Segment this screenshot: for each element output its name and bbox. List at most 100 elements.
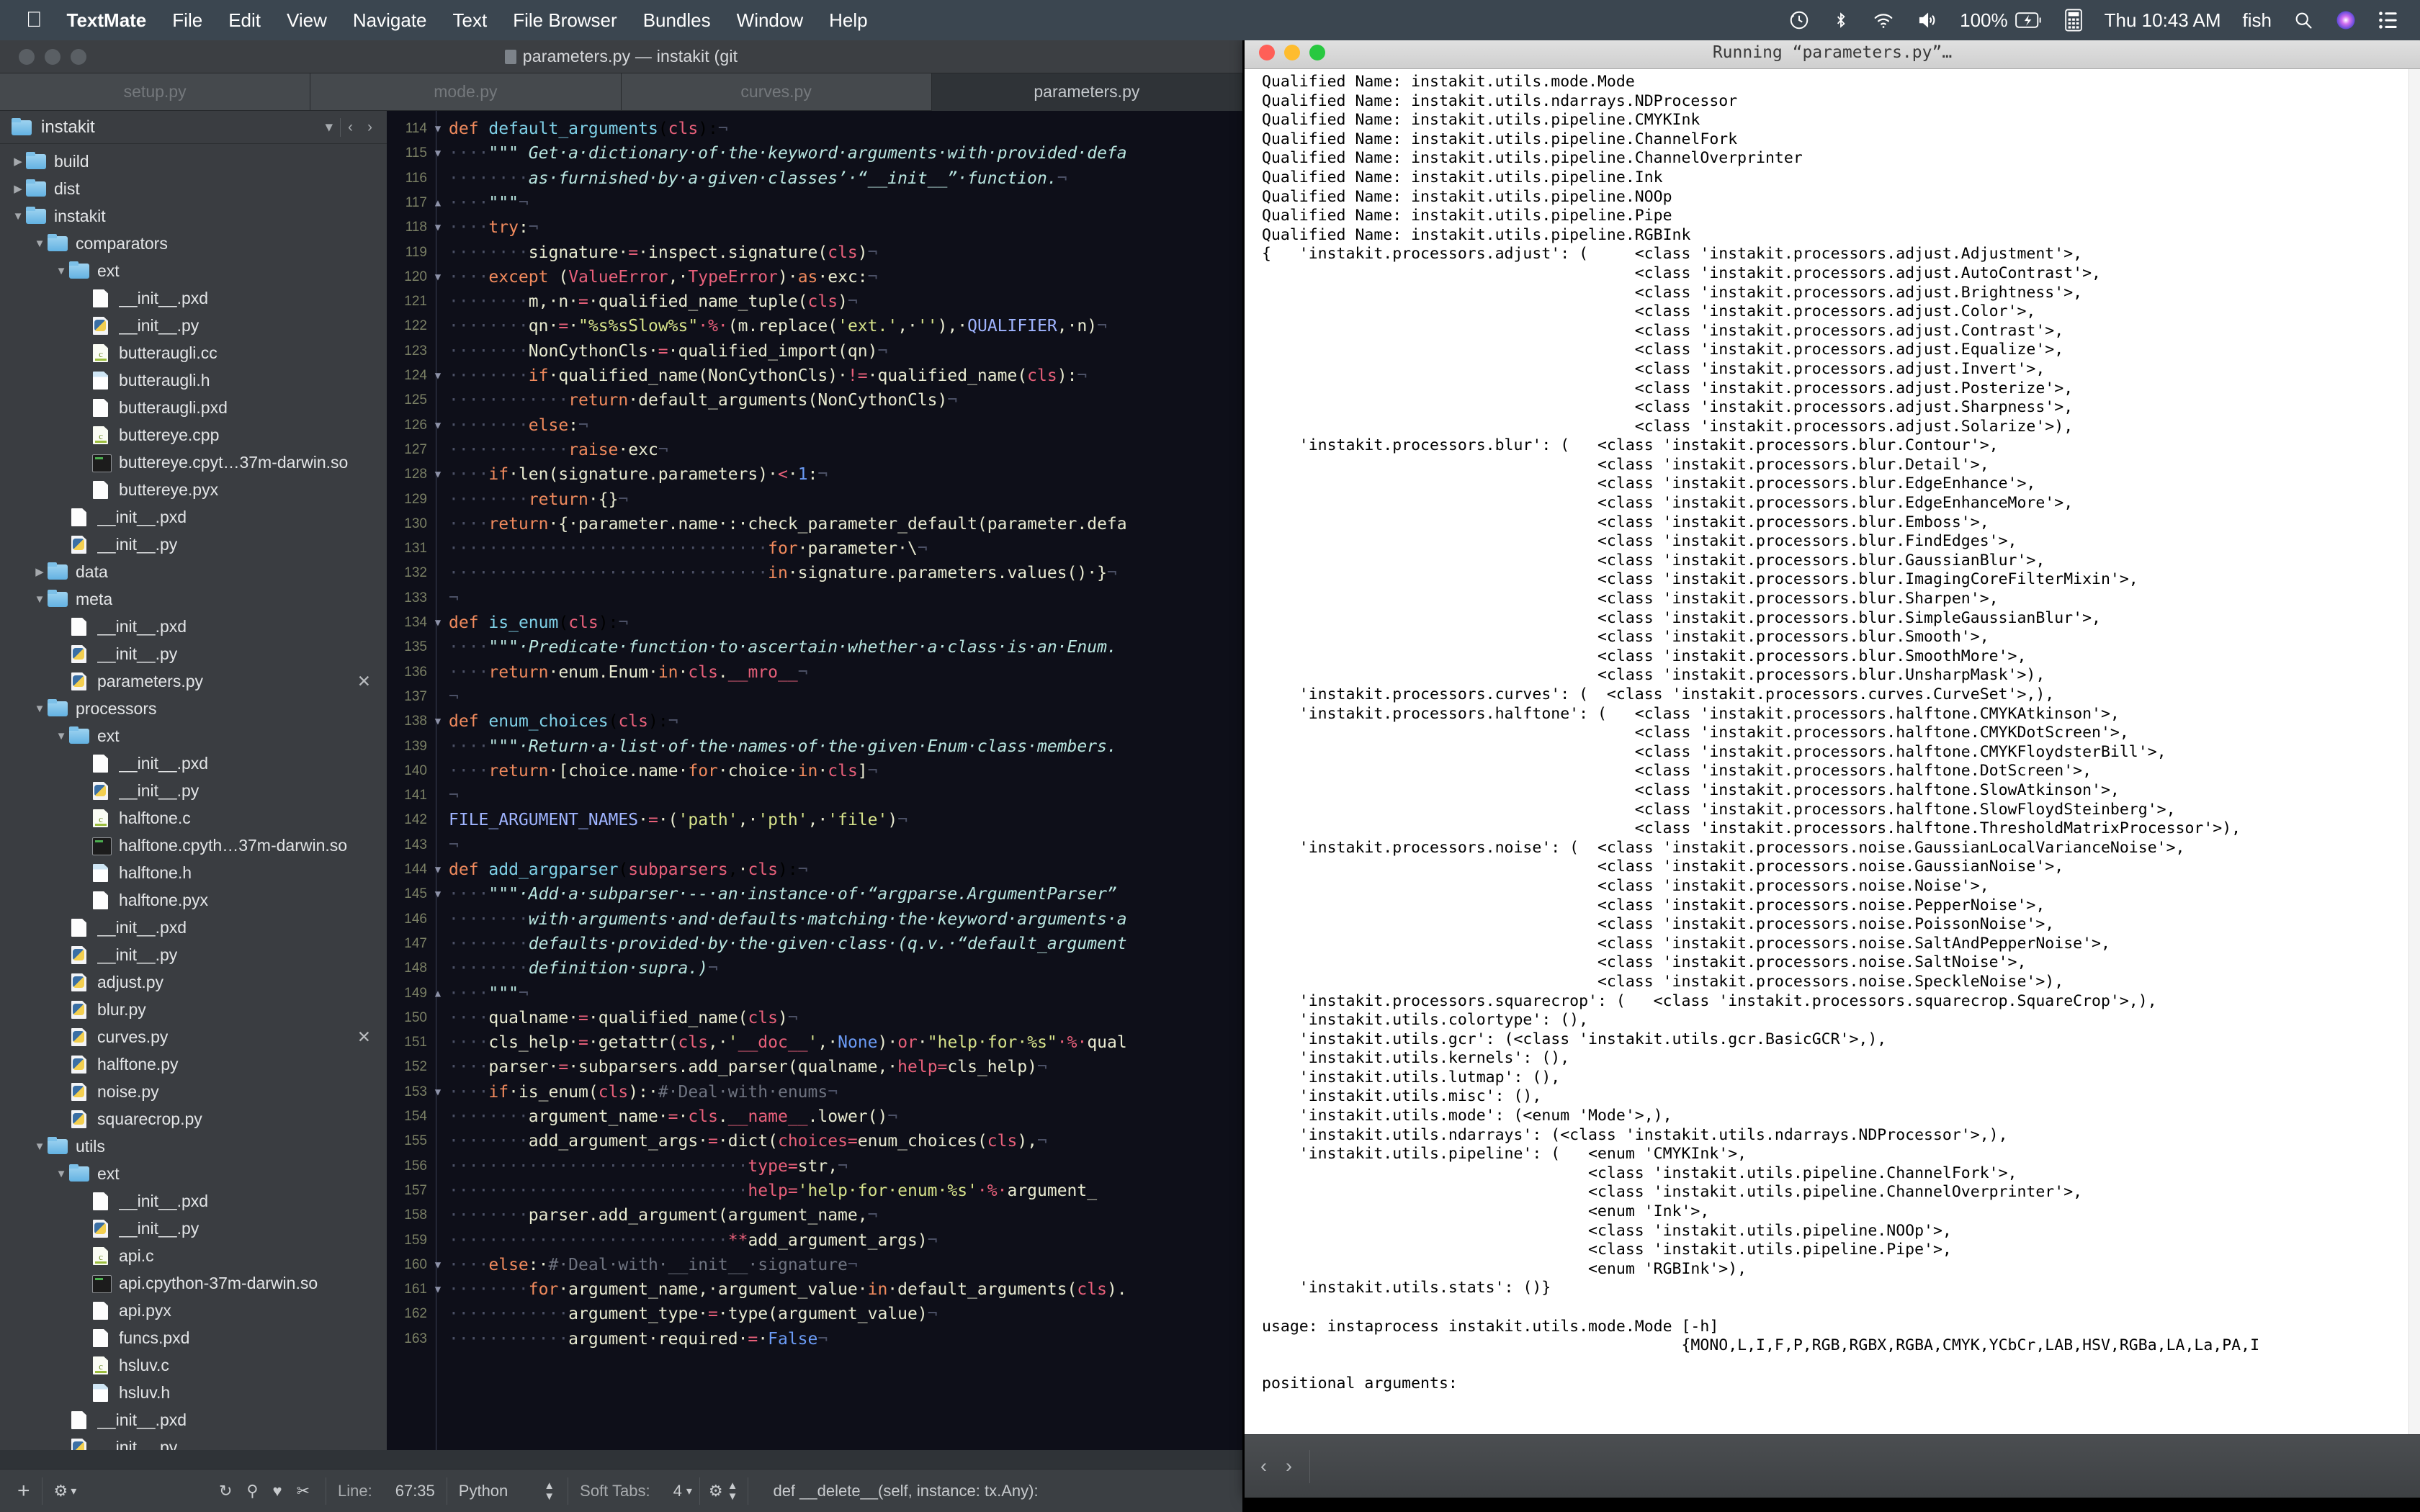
file-tree-row[interactable]: halftone.cpyth…37m-darwin.so — [0, 832, 387, 859]
search-icon[interactable]: ⚲ — [239, 1482, 265, 1500]
line-value[interactable]: 67:35 — [384, 1482, 447, 1500]
output-nav-controls[interactable]: ‹ › — [1260, 1455, 1292, 1477]
code-line[interactable]: 121 ········m,·n·=·qualified_name_tuple(c… — [387, 289, 1242, 314]
disclosure-expanded-icon[interactable]: ▼ — [32, 703, 48, 714]
code-line[interactable]: 146 ········with·arguments·and·defaults·m… — [387, 907, 1242, 932]
file-tree-row[interactable]: squarecrop.py — [0, 1105, 387, 1133]
file-tree-row[interactable]: buttereye.cpyt…37m-darwin.so — [0, 449, 387, 476]
file-tree-row[interactable]: __init__.py — [0, 1434, 387, 1450]
menubar-clock[interactable]: Thu 10:43 AM — [2105, 9, 2221, 32]
file-tree-row[interactable]: ▼ ext — [0, 722, 387, 750]
code-line[interactable]: 161 ▼ ········for·argument_name,·argument_… — [387, 1277, 1242, 1302]
disclosure-expanded-icon[interactable]: ▼ — [53, 731, 69, 742]
code-line[interactable]: 154 ········argument_name·=·cls.__name__.… — [387, 1104, 1242, 1129]
file-tree-row[interactable]: halftone.pyx — [0, 886, 387, 914]
menu-item-file-browser[interactable]: File Browser — [513, 9, 617, 32]
bluetooth-icon[interactable] — [1832, 9, 1850, 31]
search-icon[interactable] — [2293, 10, 2313, 30]
menu-item-view[interactable]: View — [287, 9, 327, 32]
menubar-username[interactable]: fish — [2243, 9, 2272, 32]
file-tree-row[interactable]: api.c — [0, 1242, 387, 1269]
file-tree-row[interactable]: ▼ ext — [0, 257, 387, 284]
code-line[interactable]: 129 ········return·{}¬ — [387, 487, 1242, 512]
chevron-right-icon[interactable]: › — [1286, 1455, 1292, 1477]
disclosure-collapsed-icon[interactable]: ▶ — [10, 156, 26, 167]
fold-marker-icon[interactable]: ▼ — [431, 462, 444, 487]
tab-curves-py[interactable]: curves.py — [621, 73, 932, 111]
file-tree-row[interactable]: buttereye.cpp — [0, 421, 387, 449]
menu-item-bundles[interactable]: Bundles — [643, 9, 711, 32]
fold-marker-icon[interactable]: ▼ — [431, 1253, 444, 1277]
code-line[interactable]: 158 ········parser.add_argument(argument_… — [387, 1203, 1242, 1228]
code-line[interactable]: 116 ········as·furnished·by·a·given·class… — [387, 166, 1242, 191]
gear-icon[interactable]: ⚙ — [42, 1482, 71, 1500]
code-line[interactable]: 156 ······························type=st… — [387, 1154, 1242, 1179]
code-line[interactable]: 123 ········NonCythonCls·=·qualified_impo… — [387, 339, 1242, 364]
file-tree-row[interactable]: curves.py ✕ — [0, 1023, 387, 1050]
stepper-icon[interactable]: ▲ ▼ — [727, 1480, 748, 1502]
fold-marker-icon[interactable]: ▲ — [431, 191, 444, 215]
menu-item-edit[interactable]: Edit — [228, 9, 261, 32]
code-line[interactable]: 151 ····cls_help·=·getattr(cls,·'__doc__'… — [387, 1030, 1242, 1055]
file-tree-row[interactable]: halftone.py — [0, 1050, 387, 1078]
fold-marker-icon[interactable]: ▼ — [431, 1080, 444, 1104]
code-line[interactable]: 118 ▼ ····try:¬ — [387, 215, 1242, 240]
siri-icon[interactable] — [2335, 9, 2357, 31]
code-line[interactable]: 124 ▼ ········if·qualified_name(NonCythonC… — [387, 364, 1242, 388]
code-line[interactable]: 133 ¬ — [387, 586, 1242, 611]
file-tree-row[interactable]: ▼ meta — [0, 585, 387, 613]
disclosure-expanded-icon[interactable]: ▼ — [32, 594, 48, 605]
code-line[interactable]: 135 ····"""·Predicate·function·to·ascerta… — [387, 635, 1242, 660]
file-tree-row[interactable]: butteraugli.cc — [0, 339, 387, 366]
gear-icon[interactable]: ⚙ — [700, 1482, 727, 1500]
menu-item-window[interactable]: Window — [737, 9, 803, 32]
code-line[interactable]: 130 ····return·{·parameter.name·:·check_p… — [387, 512, 1242, 536]
chevron-left-icon[interactable]: ‹ — [1260, 1455, 1267, 1477]
soft-tabs-value[interactable]: 4 — [662, 1482, 686, 1500]
control-center-icon[interactable] — [2378, 11, 2398, 30]
code-line[interactable]: 137 ¬ — [387, 685, 1242, 709]
code-line[interactable]: 148 ········definition·supra.)¬ — [387, 956, 1242, 981]
file-tree-row[interactable]: noise.py — [0, 1078, 387, 1105]
code-line[interactable]: 131 ································for·p… — [387, 536, 1242, 561]
fold-marker-icon[interactable]: ▼ — [431, 141, 444, 166]
file-tree-row[interactable]: adjust.py — [0, 968, 387, 996]
battery-charging-icon[interactable] — [2015, 11, 2043, 30]
code-line[interactable]: 144 ▼ def add_argparser(subparsers,·cls):¬ — [387, 858, 1242, 882]
file-tree-row[interactable]: funcs.pxd — [0, 1324, 387, 1351]
menu-item-textmate[interactable]: TextMate — [67, 9, 147, 32]
file-tree-row[interactable]: __init__.py — [0, 777, 387, 804]
code-line[interactable]: 163 ············argument·required·=·False… — [387, 1327, 1242, 1351]
file-tree-row[interactable]: hsluv.c — [0, 1351, 387, 1379]
code-line[interactable]: 138 ▼ def enum_choices(cls):¬ — [387, 709, 1242, 734]
close-icon[interactable]: ✕ — [357, 1027, 371, 1047]
disclosure-expanded-icon[interactable]: ▼ — [32, 238, 48, 249]
file-tree-row[interactable]: ▼ processors — [0, 695, 387, 722]
file-tree-row[interactable]: halftone.c — [0, 804, 387, 832]
code-line[interactable]: 147 ········defaults·provided·by·the·give… — [387, 932, 1242, 956]
code-line[interactable]: 139 ····"""·Return·a·list·of·the·names·of… — [387, 734, 1242, 759]
wifi-icon[interactable] — [1872, 9, 1895, 31]
file-tree-row[interactable]: butteraugli.h — [0, 366, 387, 394]
tab-mode-py[interactable]: mode.py — [310, 73, 622, 111]
fold-marker-icon[interactable]: ▼ — [431, 364, 444, 388]
file-tree-row[interactable]: __init__.pxd — [0, 914, 387, 941]
file-tree-row[interactable]: __init__.pxd — [0, 284, 387, 312]
code-line[interactable]: 136 ····return·enum.Enum·in·cls.__mro__¬ — [387, 660, 1242, 685]
code-line[interactable]: 160 ▼ ····else:·#·Deal·with·__init__·signa… — [387, 1253, 1242, 1277]
fold-marker-icon[interactable]: ▼ — [431, 611, 444, 635]
language-selector[interactable]: Python — [447, 1482, 520, 1500]
file-tree-row[interactable]: __init__.pxd — [0, 613, 387, 640]
file-tree-list[interactable]: ▶ build ▶ dist ▼ instakit ▼ comparators ▼ ext __in… — [0, 144, 387, 1450]
file-tree-row[interactable]: ▼ ext — [0, 1160, 387, 1187]
file-tree-row[interactable]: ▶ dist — [0, 175, 387, 202]
menu-item-navigate[interactable]: Navigate — [353, 9, 427, 32]
file-tree-row[interactable]: ▶ build — [0, 148, 387, 175]
chevron-left-icon[interactable]: ‹ — [341, 119, 360, 136]
symbol-indicator[interactable]: def __delete__(self, instance: tx.Any): — [748, 1482, 1049, 1500]
code-line[interactable]: 159 ····························**add_arg… — [387, 1228, 1242, 1253]
code-line[interactable]: 141 ¬ — [387, 783, 1242, 808]
disclosure-collapsed-icon[interactable]: ▶ — [32, 567, 48, 577]
file-tree-row[interactable]: ▼ instakit — [0, 202, 387, 230]
file-tree-row[interactable]: __init__.pxd — [0, 750, 387, 777]
